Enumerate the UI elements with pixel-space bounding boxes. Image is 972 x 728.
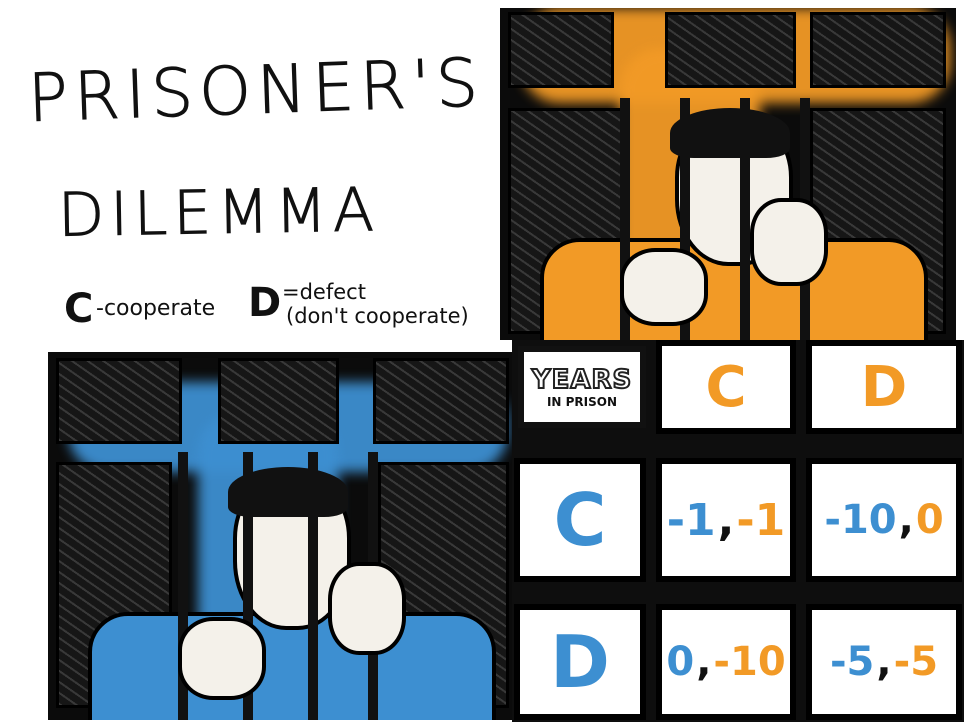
payoff-cell-cc: -1 , -1 — [656, 458, 796, 582]
payoff-cell-dd: -5 , -5 — [806, 604, 962, 720]
payoff-cc-b: -1 — [736, 494, 786, 546]
blue-prisoner-illustration — [48, 352, 518, 720]
legend-d-text-1: =defect — [282, 280, 366, 304]
payoff-dc-a: 0 — [666, 639, 695, 685]
legend-d-letter: D — [248, 280, 282, 326]
row-header-d: D — [514, 604, 646, 720]
orange-prisoner-illustration — [500, 8, 956, 340]
years-label: YEARS — [531, 364, 633, 396]
payoff-cc-a: -1 — [666, 494, 716, 546]
payoff-dc-b: -10 — [713, 639, 786, 685]
payoff-cell-cd: -10 , 0 — [806, 458, 962, 582]
payoff-cd-b: 0 — [915, 497, 944, 543]
payoff-dd-b: -5 — [893, 639, 939, 685]
title-line-2: DILEMMA — [57, 175, 381, 252]
payoff-cd-a: -10 — [824, 497, 897, 543]
legend-d-text-2: (don't cooperate) — [286, 304, 469, 328]
payoff-dd-a: -5 — [829, 639, 875, 685]
title-line-1: PRISONER'S — [26, 44, 486, 138]
payoff-cell-dc: 0 , -10 — [656, 604, 796, 720]
col-header-d: D — [806, 340, 962, 434]
row-header-c: C — [514, 458, 646, 582]
col-header-c: C — [656, 340, 796, 434]
table-corner-cell: YEARS IN PRISON — [518, 346, 646, 428]
legend-c-letter: C — [64, 286, 94, 332]
in-prison-label: IN PRISON — [546, 395, 618, 409]
legend-c-text: -cooperate — [96, 296, 216, 321]
